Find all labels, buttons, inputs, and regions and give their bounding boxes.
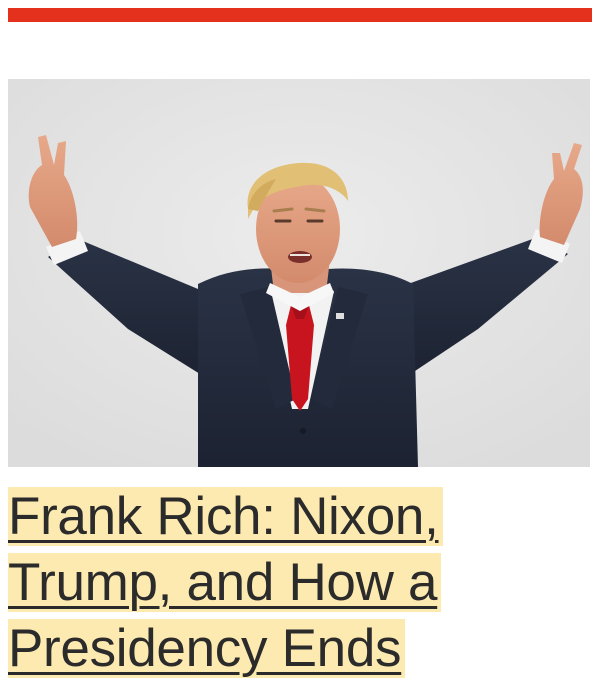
- article-headline-link[interactable]: Frank Rich: Nixon, Trump, and How a Pres…: [8, 484, 588, 682]
- article-headline-text: Frank Rich: Nixon, Trump, and How a Pres…: [8, 487, 443, 678]
- top-accent-bar: [8, 8, 592, 22]
- article-hero-image[interactable]: [8, 79, 590, 467]
- portrait-photo-icon: [8, 79, 590, 467]
- article-headline: Frank Rich: Nixon, Trump, and How a Pres…: [8, 484, 588, 682]
